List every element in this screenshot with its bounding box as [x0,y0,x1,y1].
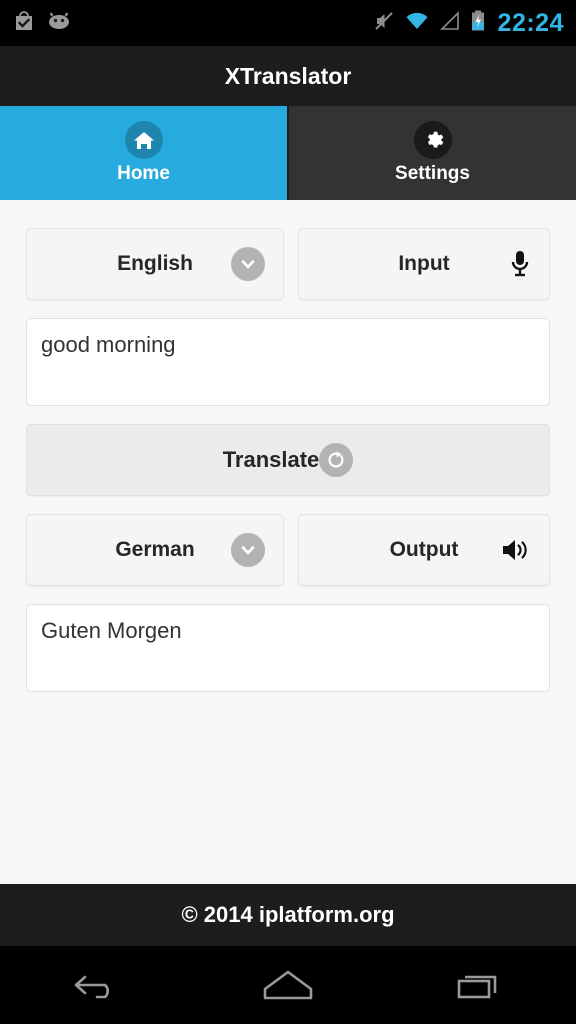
voice-input-button[interactable]: Input [298,228,550,300]
voice-input-label: Input [398,252,450,275]
source-language-select[interactable]: English [26,228,284,300]
source-language-row: English Input [26,228,550,300]
tab-bar: Home Settings [0,106,576,200]
home-icon [124,121,163,159]
refresh-icon [319,443,354,477]
recents-icon[interactable] [420,946,540,1024]
speaker-icon [501,537,531,563]
source-text-input[interactable]: good morning [26,318,550,406]
page-title: XTranslator [224,62,352,89]
source-language-label: English [117,252,193,275]
target-language-select[interactable]: German [26,514,284,586]
status-bar-clock: 22:24 [497,8,564,37]
status-bar-left-icons [12,9,72,38]
microphone-icon [509,249,531,279]
gear-icon [413,121,452,159]
android-head-icon [46,11,72,36]
target-language-row: German Output [26,514,550,586]
target-text-output[interactable]: Guten Morgen [26,604,550,692]
speak-output-label: Output [389,538,459,561]
home-icon[interactable] [228,946,348,1024]
phone-screen: 22:24 XTranslator Home Settings English … [0,0,576,1024]
translate-button[interactable]: Translate [26,424,550,496]
volume-muted-icon [373,10,395,37]
target-language-label: German [115,538,195,561]
back-icon[interactable] [36,946,156,1024]
tab-settings-label: Settings [395,163,470,184]
speak-output-button[interactable]: Output [298,514,550,586]
translate-button-label: Translate [222,447,320,472]
battery-charging-icon [470,10,486,37]
tab-home-label: Home [117,163,170,184]
footer-bar: © 2014 iplatform.org [0,884,576,946]
tab-settings[interactable]: Settings [289,106,576,200]
app-title-bar: XTranslator [0,46,576,106]
chevron-down-icon [231,533,265,567]
android-navigation-bar [0,946,576,1024]
status-bar-right-icons: 22:24 [373,9,564,38]
main-content: English Input good morning Translate Ger… [0,200,576,884]
play-store-installed-icon [12,9,36,38]
cell-signal-icon [439,10,461,36]
wifi-icon [404,11,430,36]
status-bar: 22:24 [0,0,576,46]
chevron-down-icon [231,247,265,281]
tab-home[interactable]: Home [0,106,287,200]
copyright-text: © 2014 iplatform.org [181,902,395,927]
